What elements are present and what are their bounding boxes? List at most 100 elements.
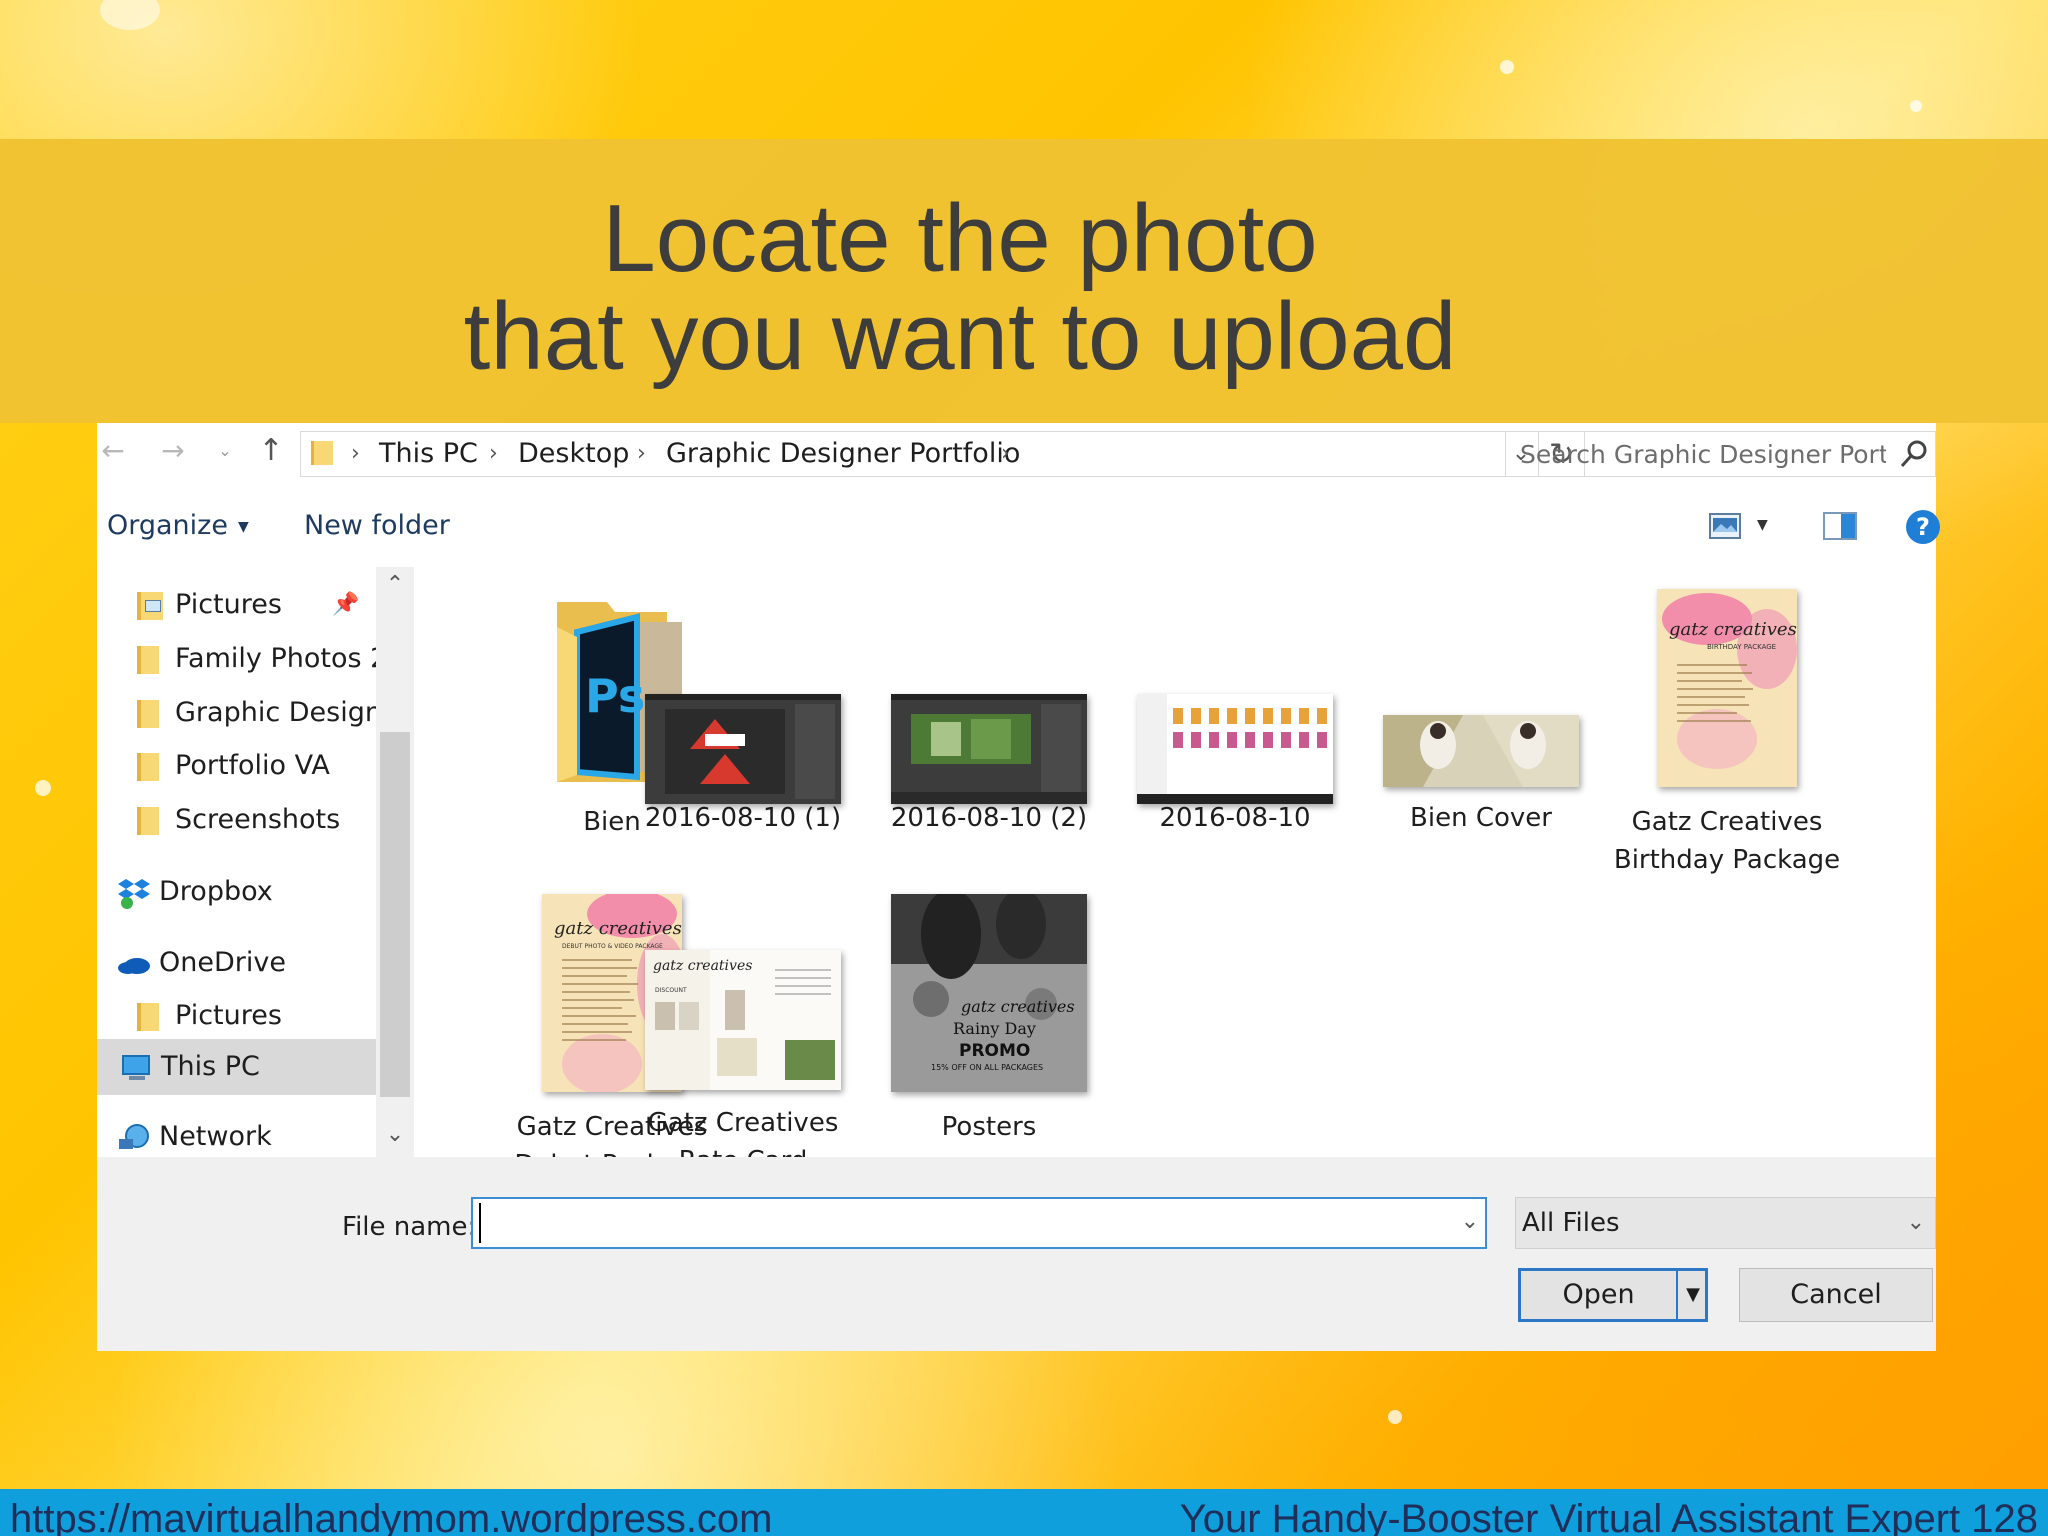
- file-open-dialog: ← → ⌄ ↑ › This PC › Desktop › Graphic De…: [97, 423, 1940, 1351]
- file-label: Gatz Creatives Rate Card: [647, 1108, 839, 1157]
- poster-thumbnail: gatz creatives Rainy Day PROMO 15% OFF O…: [891, 889, 1087, 1092]
- screenshot-thumbnail: [891, 694, 1087, 804]
- back-arrow-icon[interactable]: ←: [97, 435, 129, 467]
- address-bar-row: ← → ⌄ ↑ › This PC › Desktop › Graphic De…: [97, 423, 1936, 485]
- caret-down-icon: ▼: [237, 518, 249, 535]
- file-item-gatz-rate-card[interactable]: gatz creatives DISCOUNT Gatz Creatives R…: [628, 894, 858, 1157]
- scroll-thumb[interactable]: [380, 732, 410, 1097]
- flyer-thumbnail: gatz creatives BIRTHDAY PACKAGE: [1657, 589, 1797, 787]
- background-sparkle: [1500, 60, 1514, 74]
- file-item-2016-08-10-2[interactable]: 2016-08-10 (2): [874, 597, 1104, 837]
- search-icon[interactable]: [1899, 438, 1929, 470]
- nav-item-dropbox[interactable]: Dropbox: [117, 866, 376, 918]
- breadcrumb-graphic-designer-portfolio[interactable]: Graphic Designer Portfolio: [666, 432, 1020, 476]
- nav-item-screenshots[interactable]: Screenshots: [137, 794, 376, 846]
- cancel-button[interactable]: Cancel: [1739, 1268, 1933, 1322]
- file-name-input[interactable]: [479, 1203, 1439, 1243]
- folder-icon: [137, 806, 159, 835]
- navigation-pane: Pictures 📌 Family Photos 20 Graphic Desi…: [97, 567, 414, 1157]
- open-button-label: Open: [1562, 1279, 1635, 1310]
- slide-title: Locate the photo that you want to upload: [0, 190, 1920, 386]
- nav-item-this-pc[interactable]: This PC: [97, 1039, 376, 1095]
- file-label: Posters: [941, 1112, 1037, 1142]
- nav-item-portfolio-va[interactable]: Portfolio VA: [137, 740, 376, 792]
- file-type-select[interactable]: All Files ⌄: [1515, 1197, 1936, 1249]
- forward-arrow-icon[interactable]: →: [157, 435, 189, 467]
- nav-item-pictures[interactable]: Pictures 📌: [137, 579, 376, 631]
- chevron-down-icon[interactable]: ⌄: [209, 435, 241, 467]
- folder-icon: [137, 699, 159, 728]
- background-sparkle: [100, 0, 160, 30]
- organize-label: Organize: [107, 510, 228, 541]
- preview-pane-icon[interactable]: [1823, 512, 1857, 540]
- organize-button[interactable]: Organize ▼: [107, 505, 249, 547]
- onedrive-icon: [118, 957, 150, 974]
- slide-footer: https://mavirtualhandymom.wordpress.com …: [0, 1489, 2048, 1536]
- folder-icon: [137, 1002, 159, 1031]
- pictures-icon: [137, 591, 163, 620]
- background-sparkle: [1388, 1410, 1402, 1424]
- scroll-down-icon[interactable]: ⌄: [376, 1117, 414, 1153]
- footer-url[interactable]: https://mavirtualhandymom.wordpress.com: [10, 1497, 773, 1536]
- breadcrumb-separator-icon[interactable]: ›: [489, 432, 498, 476]
- flyer-brand: gatz creatives: [1669, 619, 1797, 640]
- folder-icon: [311, 441, 333, 465]
- file-label: 2016-08-10 (2): [890, 803, 1088, 833]
- breadcrumb-separator-icon[interactable]: ›: [1001, 432, 1010, 476]
- file-item-bien-cover[interactable]: Bien Cover: [1366, 597, 1596, 837]
- chevron-down-icon[interactable]: ⌄: [1461, 1209, 1479, 1234]
- file-label: Bien Cover: [1410, 803, 1552, 833]
- file-name-combobox[interactable]: ⌄: [471, 1197, 1487, 1249]
- breadcrumb-separator-icon[interactable]: ›: [637, 432, 646, 476]
- nav-scrollbar[interactable]: ⌃ ⌄: [376, 567, 414, 1157]
- change-view-icon[interactable]: [1709, 513, 1741, 539]
- open-dropdown-icon[interactable]: ▼: [1681, 1271, 1705, 1319]
- screenshot-thumbnail: [1137, 694, 1333, 804]
- folder-icon: [137, 752, 159, 781]
- computer-icon: [122, 1054, 150, 1080]
- rate-card-brand: gatz creatives: [653, 958, 752, 974]
- file-item-gatz-birthday[interactable]: gatz creatives BIRTHDAY PACKAGE Gatz Cre…: [1612, 589, 1842, 879]
- slide-title-line2: that you want to upload: [463, 283, 1457, 390]
- network-icon: [119, 1123, 149, 1149]
- screenshot-thumbnail: [645, 694, 841, 804]
- folder-icon: [137, 645, 159, 674]
- background-sparkle: [1910, 100, 1922, 112]
- file-item-posters[interactable]: gatz creatives Rainy Day PROMO 15% OFF O…: [874, 889, 1104, 1146]
- nav-item-onedrive-pictures[interactable]: Pictures: [137, 990, 376, 1042]
- open-button[interactable]: Open ▼: [1518, 1268, 1708, 1322]
- nav-item-onedrive[interactable]: OneDrive: [117, 937, 376, 989]
- nav-item-family-photos[interactable]: Family Photos 20: [137, 633, 376, 685]
- file-item-2016-08-10[interactable]: 2016-08-10: [1120, 597, 1350, 837]
- split-divider: [1676, 1271, 1678, 1319]
- slide-title-line1: Locate the photo: [602, 185, 1318, 292]
- background-sparkle: [35, 780, 51, 796]
- breadcrumb-desktop[interactable]: Desktop: [518, 432, 629, 476]
- address-box[interactable]: › This PC › Desktop › Graphic Designer P…: [300, 431, 1539, 477]
- banner-thumbnail: [1383, 715, 1579, 787]
- nav-item-graphic-designer[interactable]: Graphic Designer: [137, 687, 376, 739]
- flyer-sub: BIRTHDAY PACKAGE: [1707, 643, 1776, 651]
- file-name-label: File name:: [342, 1212, 477, 1242]
- search-box[interactable]: [1505, 431, 1936, 477]
- scroll-up-icon[interactable]: ⌃: [376, 567, 414, 603]
- rate-card-thumbnail: gatz creatives DISCOUNT: [645, 950, 841, 1090]
- poster-line1: Rainy Day: [953, 1019, 1036, 1038]
- search-input[interactable]: [1506, 432, 1886, 476]
- file-grid: Ps Bien 2016-08-10 (1) 2016-08-10 (2) 20…: [414, 567, 1936, 1157]
- pin-icon[interactable]: 📌: [332, 579, 359, 631]
- rate-card-sub: DISCOUNT: [655, 987, 687, 994]
- file-label: Gatz Creatives Birthday Package: [1613, 807, 1841, 875]
- nav-item-network[interactable]: Network: [117, 1111, 376, 1163]
- breadcrumb-separator-icon[interactable]: ›: [351, 432, 360, 476]
- file-item-2016-08-10-1[interactable]: 2016-08-10 (1): [628, 597, 858, 837]
- poster-brand: gatz creatives: [961, 997, 1075, 1016]
- new-folder-button[interactable]: New folder: [304, 505, 450, 547]
- up-arrow-icon[interactable]: ↑: [255, 435, 287, 467]
- file-label: 2016-08-10 (1): [644, 803, 842, 833]
- dropbox-icon: [118, 878, 150, 909]
- view-options-caret-icon[interactable]: ▼: [1757, 511, 1768, 539]
- help-icon[interactable]: ?: [1906, 510, 1940, 544]
- chevron-down-icon[interactable]: ⌄: [1907, 1198, 1925, 1248]
- breadcrumb-this-pc[interactable]: This PC: [379, 432, 478, 476]
